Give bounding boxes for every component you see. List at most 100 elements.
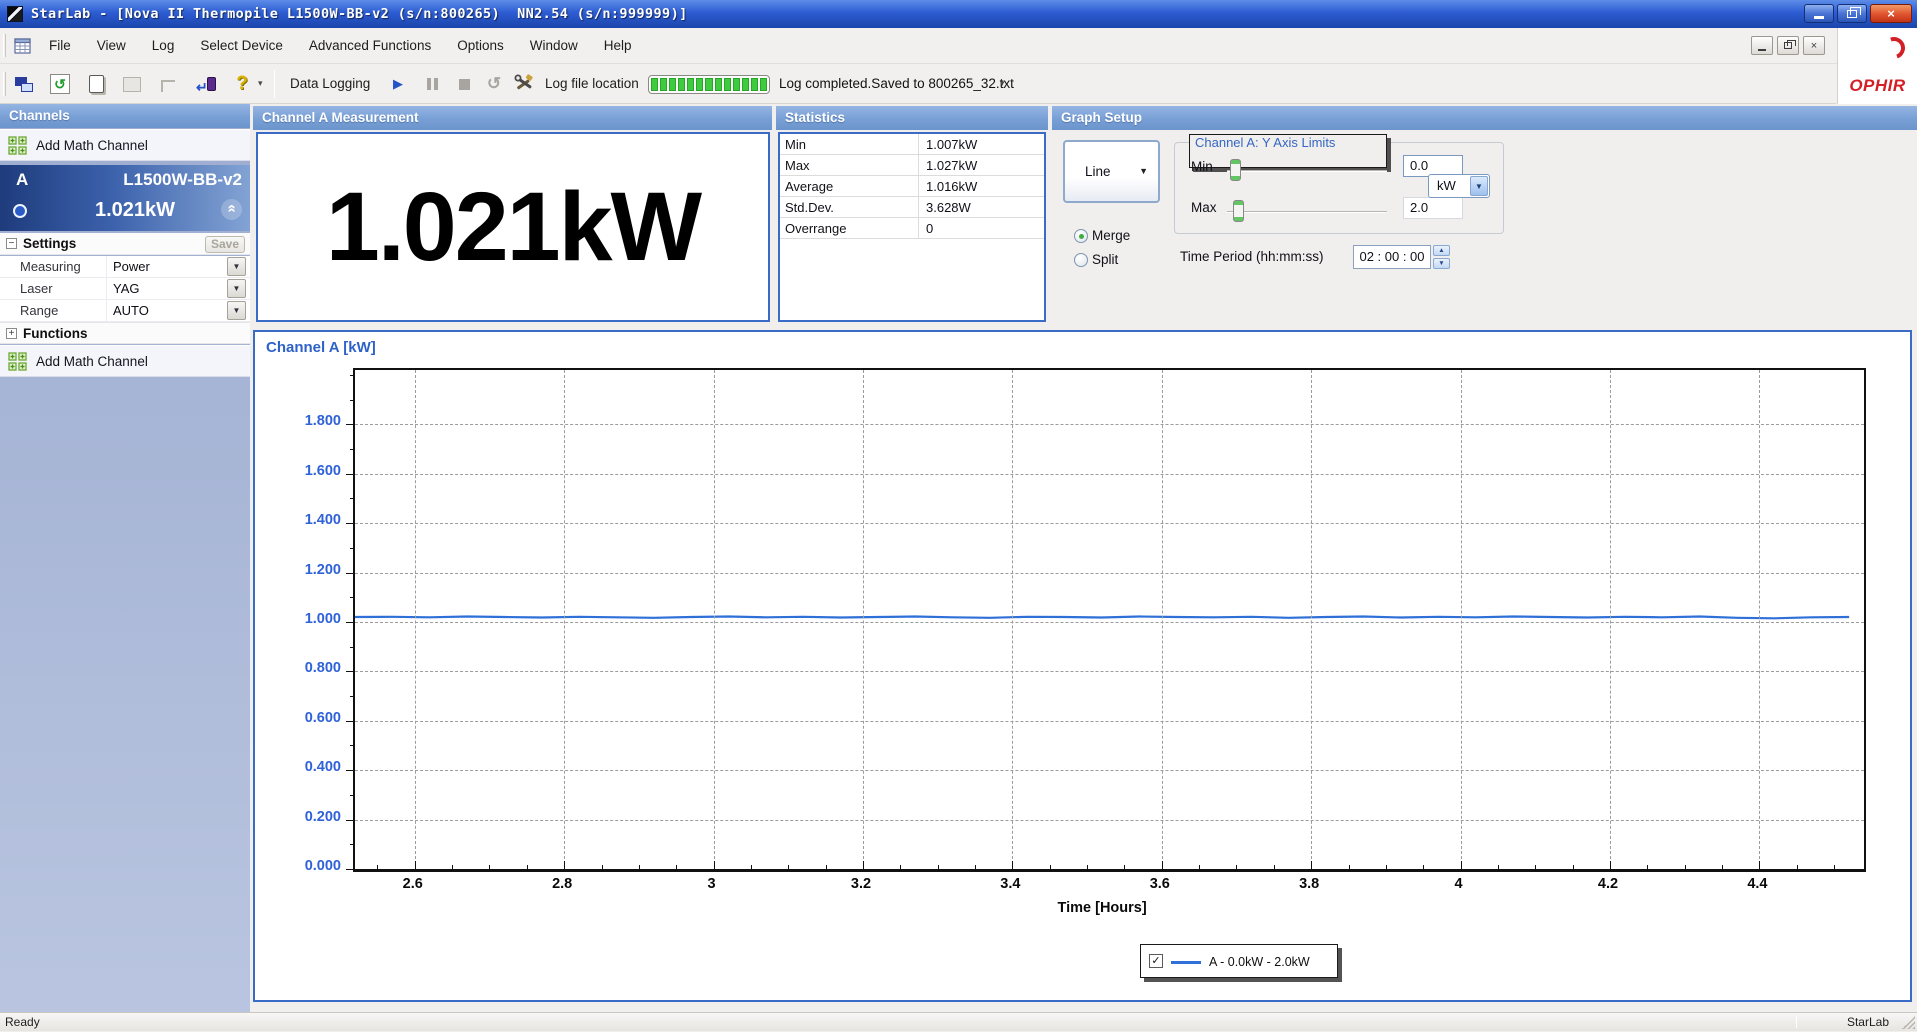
close-icon: ×: [1887, 6, 1895, 21]
resize-grip[interactable]: [1902, 1016, 1915, 1029]
menu-item-help[interactable]: Help: [591, 28, 645, 64]
y-minor-tick: [350, 844, 354, 846]
log-options-dropdown-icon[interactable]: ▾: [1000, 78, 1005, 89]
y-gridline: [355, 770, 1864, 772]
plot-area[interactable]: [346, 368, 1866, 872]
spin-up-icon[interactable]: ▲: [1433, 245, 1450, 256]
legend[interactable]: ✓ A - 0.0kW - 2.0kW: [1140, 944, 1338, 978]
stat-label: Overrange: [785, 221, 847, 236]
x-minor-tick: [1273, 865, 1275, 869]
add-math-channel-button[interactable]: Add Math Channel: [0, 129, 250, 161]
log-settings-button[interactable]: [510, 71, 538, 97]
new-page-button[interactable]: [82, 71, 110, 97]
progress-segment: [759, 78, 768, 91]
toolbar-grip[interactable]: [3, 72, 6, 96]
close-button[interactable]: ×: [1870, 4, 1912, 23]
x-minor-tick: [750, 865, 752, 869]
y-max-slider-track[interactable]: [1227, 211, 1387, 213]
x-gridline: [564, 370, 566, 869]
mdi-close-button[interactable]: ×: [1803, 36, 1825, 55]
log-play-button[interactable]: ▶: [384, 71, 412, 97]
stat-label: Min: [785, 137, 806, 152]
menu-item-advanced-functions[interactable]: Advanced Functions: [296, 28, 444, 64]
stat-value: 0: [918, 218, 1044, 239]
channel-card-a[interactable]: A L1500W-BB-v2 1.021kW »: [0, 165, 250, 231]
progress-segment: [741, 78, 749, 91]
y-major-tick: [346, 572, 354, 574]
pause-icon: [426, 78, 438, 90]
time-period-input[interactable]: 02 : 00 : 00: [1353, 245, 1431, 269]
stats-row-max: Max 1.027kW: [780, 155, 1044, 176]
log-progress-bar: [648, 75, 770, 94]
y-gridline: [355, 572, 1864, 574]
progress-segment: [750, 78, 758, 91]
mdi-restore-button[interactable]: [1777, 36, 1799, 55]
step-view-button-disabled: [154, 71, 182, 97]
collapse-channel-button[interactable]: »: [221, 199, 242, 220]
minimize-button[interactable]: [1804, 4, 1834, 23]
add-math-channel-button-2[interactable]: Add Math Channel: [0, 345, 250, 377]
line-type-combobox[interactable]: Line ▼: [1063, 140, 1160, 203]
y-tick-label: 1.600: [304, 462, 341, 479]
channel-value: 1.021kW: [94, 199, 176, 221]
y-min-label: Min: [1191, 159, 1213, 174]
menu-item-select-device[interactable]: Select Device: [187, 28, 296, 64]
channel-device-name: L1500W-BB-v2: [123, 170, 242, 189]
stat-value: 1.007kW: [918, 134, 1044, 155]
x-minor-tick: [900, 865, 902, 869]
dropdown-arrow-icon[interactable]: ▼: [227, 301, 246, 320]
x-axis-title: Time [Hours]: [1057, 900, 1147, 916]
settings-section-header[interactable]: − Settings Save: [0, 233, 250, 255]
dropdown-arrow-icon[interactable]: ▼: [227, 279, 246, 298]
chart-panel: Channel A [kW] ✓ A - 0.0kW - 2.0kW 2.6 2.…: [253, 330, 1912, 1002]
mdi-minimize-button[interactable]: [1751, 36, 1773, 55]
menu-item-log[interactable]: Log: [139, 28, 188, 64]
stat-value: 1.027kW: [918, 155, 1044, 176]
y-major-tick: [346, 473, 354, 475]
add-math-channel-icon: [8, 136, 27, 155]
x-minor-tick: [825, 865, 827, 869]
y-min-slider-track[interactable]: [1227, 170, 1387, 172]
y-minor-tick: [350, 449, 354, 451]
log-reset-button: ↺: [480, 71, 508, 97]
y-max-slider-handle[interactable]: [1233, 200, 1244, 222]
connect-device-button[interactable]: ↵: [192, 71, 220, 97]
y-min-slider-handle[interactable]: [1230, 159, 1241, 181]
menu-item-window[interactable]: Window: [517, 28, 591, 64]
help-button[interactable]: ?: [228, 71, 256, 97]
y-max-input[interactable]: 2.0: [1403, 197, 1463, 219]
x-minor-tick: [1348, 865, 1350, 869]
measurement-header: Channel A Measurement: [253, 106, 772, 130]
menu-item-file[interactable]: File: [36, 28, 84, 64]
cascade-windows-icon: [15, 76, 33, 92]
restore-button[interactable]: [1837, 4, 1867, 23]
y-gridline: [355, 523, 1864, 525]
expand-plus-icon[interactable]: +: [6, 328, 17, 339]
legend-checkbox[interactable]: ✓: [1149, 954, 1163, 968]
y-minor-tick: [350, 374, 354, 376]
chevron-up-icon: »: [223, 204, 240, 213]
refresh-button[interactable]: ↺: [46, 71, 74, 97]
toolbar-dropdown-icon[interactable]: ▾: [258, 78, 263, 89]
spin-down-icon[interactable]: ▼: [1433, 258, 1450, 269]
menubar-grip[interactable]: [3, 34, 6, 57]
collapse-minus-icon[interactable]: −: [6, 238, 17, 249]
channel-radio-icon[interactable]: [13, 204, 27, 218]
merge-radio[interactable]: [1074, 229, 1088, 243]
menu-item-view[interactable]: View: [84, 28, 139, 64]
select-device-button[interactable]: [10, 71, 38, 97]
split-radio[interactable]: [1074, 253, 1088, 267]
setting-label: Laser: [20, 281, 53, 296]
unit-combobox[interactable]: kW ▼: [1428, 174, 1490, 198]
x-major-tick: [414, 861, 416, 869]
menu-item-options[interactable]: Options: [444, 28, 517, 64]
x-minor-tick: [1722, 865, 1724, 869]
dropdown-arrow-icon[interactable]: ▼: [227, 257, 246, 276]
stat-label: Std.Dev.: [785, 200, 834, 215]
stats-row-overrange: Overrange 0: [780, 218, 1044, 239]
x-major-tick: [1012, 861, 1014, 869]
stats-row-average: Average 1.016kW: [780, 176, 1044, 197]
combo-arrow-icon: ▼: [1139, 166, 1148, 176]
x-major-tick: [564, 861, 566, 869]
functions-section-header[interactable]: + Functions: [0, 322, 250, 344]
